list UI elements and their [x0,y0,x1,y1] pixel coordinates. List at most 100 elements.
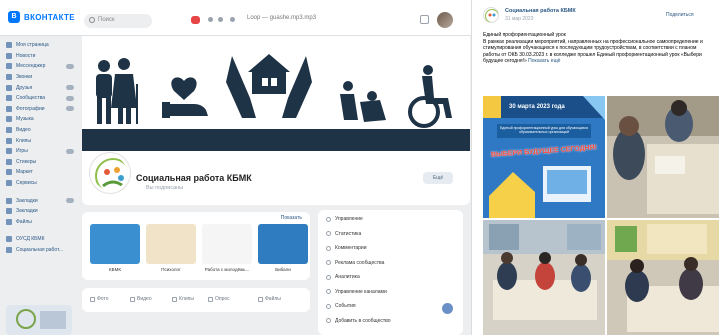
link-tile-2[interactable] [202,224,252,264]
user-avatar[interactable] [437,12,453,28]
menu-item-0[interactable]: Управление [326,216,363,222]
sidebar-item-a3[interactable]: Звонки [6,72,76,83]
sidebar-item-a2[interactable]: Мессенджер [6,61,76,72]
sidebar-item-a13[interactable]: Сервисы [6,178,76,189]
menu-item-4[interactable]: Аналитика [326,274,360,280]
menu-item-icon [326,216,331,222]
link-tile-label[interactable]: Психолог [144,267,198,272]
menu-item-6[interactable]: События [326,303,356,309]
vk-logo-icon: В [8,11,20,23]
group-avatar[interactable] [90,153,130,193]
menu-item-label: Статистика [335,230,362,237]
show-more-link[interactable]: Показать ещё [528,58,560,64]
link-tile-label[interactable]: Бибали [256,267,310,272]
sidebar-item-c1[interactable]: Социальная работ... [6,245,76,256]
composer-option-1[interactable]: Видео [130,296,152,302]
subscription-status[interactable]: Вы подписаны [146,185,183,191]
sidebar-item-a11[interactable]: Стикеры [6,157,76,168]
sidebar-item-icon [6,148,12,155]
menu-item-label: Аналитика [335,274,360,280]
link-tile-label[interactable]: КБМК [88,267,142,272]
sidebar-counter-badge [66,95,74,101]
sidebar-item-icon [6,158,12,165]
sidebar-counter-badge [66,63,74,69]
volume-icon[interactable] [230,17,235,22]
menu-item-3[interactable]: Реклама сообщества [326,260,384,266]
vk-logo-text: ВКОНТАКТЕ [24,12,75,22]
sidebar-item-a4[interactable]: Друзья [6,82,76,93]
composer-option-icon [130,296,135,302]
composer-option-2[interactable]: Клипы [172,296,194,302]
menu-item-icon [326,274,331,280]
next-icon[interactable] [218,17,223,22]
menu-item-7[interactable]: Добавить в сообщество [326,318,391,324]
apps-icon[interactable] [420,15,429,24]
sidebar-item-a8[interactable]: Видео [6,125,76,136]
sidebar-item-label: Маркет [16,169,33,176]
more-button[interactable]: Ещё [423,172,453,184]
composer-option-0[interactable]: Фото [90,296,109,302]
composer-option-label: Клипы [179,296,194,302]
sidebar-item-a9[interactable]: Клипы [6,135,76,146]
sidebar-item-label: Закладки [16,197,38,204]
link-tile-1[interactable] [146,224,196,264]
sidebar-item-a1[interactable]: Новости [6,51,76,62]
sidebar-item-a0[interactable]: Моя страница [6,40,76,51]
composer-option-4[interactable]: Файлы [258,296,281,302]
left-sidebar: Моя страница Новости Мессенджер Звонки Друзь… [6,40,76,255]
post-date[interactable]: 31 мар 2023 [505,16,533,22]
post-author-avatar[interactable] [483,7,499,23]
composer-option-3[interactable]: Опрос [208,296,230,302]
share-button[interactable]: Поделиться [666,12,694,18]
composer-option-label: Опрос [215,296,230,302]
sidebar-item-label: Видео [16,127,31,134]
link-tile-0[interactable] [90,224,140,264]
play-icon[interactable] [208,17,213,22]
menu-item-icon [326,231,331,236]
menu-item-icon [326,289,331,294]
sidebar-item-icon [6,116,12,123]
notifications-icon[interactable] [191,16,200,24]
sidebar-item-label: Звонки [16,74,33,81]
sidebar-item-a6[interactable]: Фотографии [6,104,76,115]
sidebar-item-b1[interactable]: Закладки [6,206,76,217]
sidebar-item-a7[interactable]: Музыка [6,114,76,125]
sidebar-item-a10[interactable]: Игры [6,146,76,157]
sidebar-counter-badge [66,198,74,204]
sidebar-item-label: Клипы [16,137,31,144]
sidebar-item-label: Сервисы [16,180,37,187]
sidebar-item-c0[interactable]: ОУСД КБМК [6,234,76,245]
composer-option-label: Файлы [265,296,281,302]
post-photo-3[interactable] [483,220,605,335]
sidebar-item-icon [6,52,12,59]
poster-date: 30 марта 2023 года [509,104,565,110]
menu-item-icon [326,260,331,265]
links-show-all[interactable]: Показать [281,215,302,221]
search-icon [89,17,95,23]
vk-logo[interactable]: В ВКОНТАКТЕ [8,11,75,23]
sidebar-item-icon [6,42,12,49]
sidebar-item-icon [6,180,12,187]
link-tile-label[interactable]: Работа с молодёжь... [200,267,254,272]
search-input[interactable]: Поиск [84,14,152,28]
menu-item-1[interactable]: Статистика [326,231,361,237]
sidebar-item-label: Мессенджер [16,63,46,70]
mini-player-thumb[interactable] [6,305,72,335]
sidebar-item-b0[interactable]: Закладки [6,195,76,206]
post-photo-2[interactable] [607,96,719,218]
sidebar-item-icon [6,84,12,91]
post-photo-poster[interactable]: 30 марта 2023 года Единый профориентацио… [483,96,605,218]
sidebar-item-label: Закладки [16,208,38,215]
sidebar-item-a5[interactable]: Сообщества [6,93,76,104]
sidebar-item-b2[interactable]: Файлы [6,217,76,228]
post-author[interactable]: Социальная работа КБМК [505,8,576,14]
link-tile-3[interactable] [258,224,308,264]
now-playing[interactable]: Loop — guashe.mp3.mp3 [247,15,316,21]
menu-item-5[interactable]: Управление каналами [326,289,387,295]
menu-item-label: Управление каналами [335,288,387,295]
menu-item-2[interactable]: Комментарии [326,245,367,251]
sidebar-item-label: Социальная работ... [16,246,63,253]
post-photo-4[interactable] [607,220,719,335]
chat-fab-icon[interactable] [442,303,453,314]
sidebar-item-a12[interactable]: Маркет [6,167,76,178]
